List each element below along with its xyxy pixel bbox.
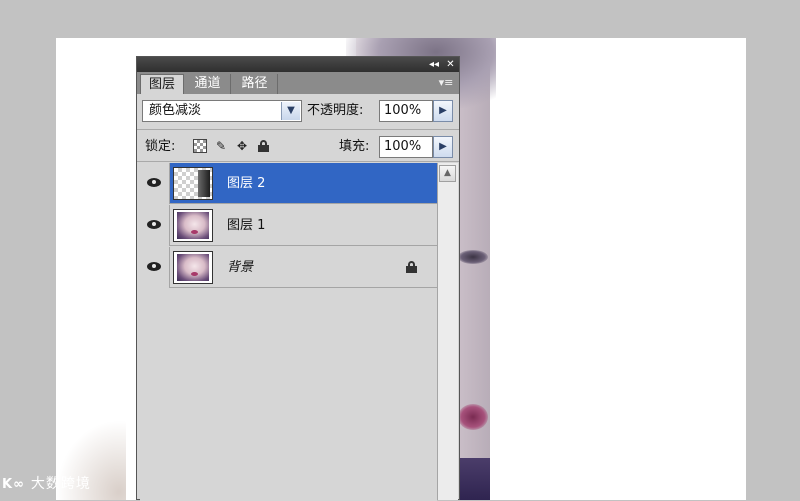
tab-layers[interactable]: 图层 bbox=[140, 74, 184, 94]
watermark-text: 大数跨境 bbox=[30, 476, 91, 492]
layers-scrollbar[interactable]: ▲ bbox=[437, 163, 458, 500]
watermark: K∞ 大数跨境 bbox=[2, 472, 91, 497]
layer-row-1[interactable]: 图层 1 bbox=[140, 205, 437, 246]
eye-icon bbox=[147, 178, 161, 187]
portrait-eye bbox=[458, 250, 488, 264]
blend-mode-value: 颜色减淡 bbox=[149, 103, 202, 118]
lock-position-icon[interactable]: ✥ bbox=[235, 139, 249, 153]
lock-paint-icon[interactable]: ✎ bbox=[214, 139, 228, 153]
layer-row-background[interactable]: 背景 bbox=[140, 247, 437, 288]
divider bbox=[137, 129, 459, 130]
eye-icon bbox=[147, 220, 161, 229]
layer-name: 图层 1 bbox=[227, 218, 266, 233]
double-chevron-left-icon[interactable]: ◂◂ bbox=[427, 58, 441, 71]
eye-icon bbox=[147, 262, 161, 271]
panel-titlebar[interactable]: ◂◂ ✕ bbox=[137, 57, 459, 72]
visibility-toggle[interactable] bbox=[140, 163, 170, 204]
lock-label: 锁定: bbox=[145, 139, 176, 154]
visibility-toggle[interactable] bbox=[140, 247, 170, 288]
opacity-input[interactable]: 100% bbox=[379, 100, 433, 122]
layers-panel: ◂◂ ✕ 图层 通道 路径 ▾≡ 颜色减淡 ▼ 不透明度: 100% ▶ 锁定:… bbox=[136, 56, 460, 501]
blend-mode-select[interactable]: 颜色减淡 ▼ bbox=[142, 100, 302, 122]
portrait-hair-bottom bbox=[456, 458, 490, 500]
visibility-toggle[interactable] bbox=[140, 205, 170, 246]
fill-slider-arrow-icon[interactable]: ▶ bbox=[433, 136, 453, 158]
layer-row-2[interactable]: 图层 2 bbox=[140, 163, 437, 204]
opacity-slider-arrow-icon[interactable]: ▶ bbox=[433, 100, 453, 122]
portrait-lips bbox=[458, 404, 488, 430]
chevron-down-icon[interactable]: ▼ bbox=[281, 102, 300, 120]
lock-transparent-icon[interactable] bbox=[193, 139, 207, 153]
fill-label: 填充: bbox=[339, 139, 370, 154]
layer-thumbnail bbox=[173, 251, 213, 284]
padlock-icon bbox=[258, 140, 269, 152]
opacity-label: 不透明度: bbox=[307, 103, 364, 118]
layers-list: 图层 2 图层 1 背景 bbox=[140, 163, 437, 501]
close-icon[interactable]: ✕ bbox=[444, 58, 457, 71]
layer-thumbnail bbox=[173, 209, 213, 242]
tab-channels[interactable]: 通道 bbox=[185, 74, 231, 94]
panel-tabbar: 图层 通道 路径 ▾≡ bbox=[137, 72, 459, 94]
panel-menu-icon[interactable]: ▾≡ bbox=[437, 76, 455, 90]
layer-name: 背景 bbox=[227, 260, 254, 275]
tab-paths[interactable]: 路径 bbox=[232, 74, 278, 94]
fill-input[interactable]: 100% bbox=[379, 136, 433, 158]
lock-all-icon[interactable] bbox=[257, 139, 271, 153]
layer-thumbnail bbox=[173, 167, 213, 200]
watermark-logo: K∞ bbox=[2, 477, 25, 492]
layer-name: 图层 2 bbox=[227, 176, 266, 191]
divider bbox=[137, 161, 459, 162]
lock-icon bbox=[406, 261, 417, 273]
scroll-up-icon[interactable]: ▲ bbox=[439, 165, 456, 182]
